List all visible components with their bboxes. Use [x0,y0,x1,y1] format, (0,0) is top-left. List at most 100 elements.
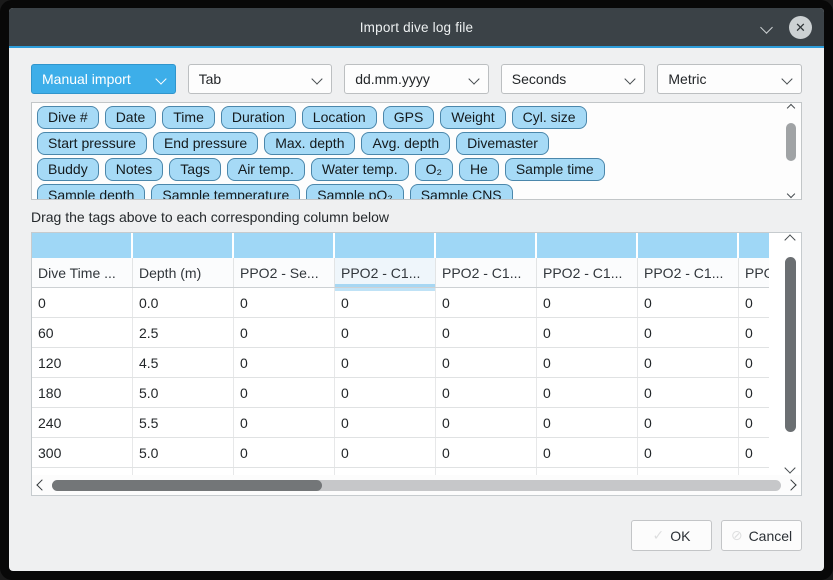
table-cell[interactable]: 0 [335,378,436,407]
table-cell[interactable]: 0 [638,288,739,317]
table-cell[interactable]: 0 [234,408,335,437]
table-scroll-track[interactable] [785,247,795,461]
table-cell[interactable]: 0 [436,318,537,347]
ok-button[interactable]: ✓ OK [631,520,712,551]
table-cell[interactable]: 0 [638,318,739,347]
table-cell[interactable]: 0 [335,318,436,347]
hscroll-track[interactable] [52,480,781,491]
table-horizontal-scrollbar[interactable] [32,475,801,495]
tag-water-temp[interactable]: Water temp. [311,158,409,181]
scroll-down-icon[interactable] [784,462,795,473]
tag-dive[interactable]: Dive # [37,106,99,129]
combo-metric[interactable]: Metric [657,64,802,94]
table-cell[interactable]: 0 [335,288,436,317]
column-header[interactable]: PPO2 - C1... [436,258,537,287]
tag-cyl-size[interactable]: Cyl. size [512,106,587,129]
tags-scroll-track[interactable] [786,114,796,188]
table-cell[interactable]: 0 [638,438,739,467]
table-cell[interactable]: 240 [32,408,133,437]
table-cell[interactable]: 0 [335,408,436,437]
table-cell[interactable]: 0 [537,378,638,407]
tag-location[interactable]: Location [302,106,377,129]
tag-divemaster[interactable]: Divemaster [456,132,549,155]
drop-target-cell[interactable] [739,233,769,258]
titlebar[interactable]: Import dive log file ✕ [9,8,824,46]
table-cell[interactable]: 0 [537,438,638,467]
cancel-button[interactable]: ⊘ Cancel [721,520,802,551]
table-cell[interactable]: 0 [436,408,537,437]
drop-target-cell[interactable] [436,233,537,258]
scroll-up-icon[interactable] [784,234,795,245]
table-cell[interactable]: 0 [537,408,638,437]
column-header[interactable]: PPO2 - C1... [638,258,739,287]
close-window-button[interactable]: ✕ [789,16,812,39]
drop-target-cell[interactable] [32,233,133,258]
tag-start-pressure[interactable]: Start pressure [37,132,147,155]
table-cell[interactable]: 0 [436,438,537,467]
table-cell[interactable]: 0 [234,288,335,317]
table-cell[interactable]: 5.5 [133,408,234,437]
drop-target-cell[interactable] [133,233,234,258]
drop-target-cell[interactable] [638,233,739,258]
tag-sample-time[interactable]: Sample time [505,158,605,181]
drop-target-cell[interactable] [537,233,638,258]
tag-avg-depth[interactable]: Avg. depth [361,132,450,155]
table-cell[interactable]: 0 [739,378,769,407]
tag-he[interactable]: He [459,158,499,181]
table-cell[interactable]: 0 [638,348,739,377]
table-cell[interactable]: 0 [739,408,769,437]
table-cell[interactable]: 120 [32,348,133,377]
table-cell[interactable]: 0 [234,348,335,377]
tag-buddy[interactable]: Buddy [37,158,99,181]
table-cell[interactable]: 0 [739,438,769,467]
tag-sample-depth[interactable]: Sample depth [37,184,145,200]
tag-air-temp[interactable]: Air temp. [227,158,305,181]
combo-manual-import[interactable]: Manual import [31,64,176,94]
column-header[interactable]: PPO2 - C1... [537,258,638,287]
table-cell[interactable]: 0 [739,318,769,347]
combo-dd-mm-yyyy[interactable]: dd.mm.yyyy [344,64,489,94]
table-cell[interactable]: 0.0 [133,288,234,317]
scroll-down-icon[interactable] [787,190,795,198]
column-header[interactable]: Depth (m) [133,258,234,287]
table-cell[interactable]: 0 [436,348,537,377]
tag-duration[interactable]: Duration [221,106,296,129]
tag-sample-temperature[interactable]: Sample temperature [151,184,300,200]
table-cell[interactable]: 0 [739,288,769,317]
combo-tab[interactable]: Tab [188,64,333,94]
table-cell[interactable]: 0 [537,288,638,317]
table-cell[interactable]: 2.5 [133,318,234,347]
table-cell[interactable]: 0 [537,318,638,347]
scroll-left-icon[interactable] [36,479,47,490]
table-vertical-scrollbar[interactable] [780,236,800,472]
table-cell[interactable]: 0 [335,348,436,377]
shade-window-button[interactable] [757,18,775,36]
tag-time[interactable]: Time [162,106,215,129]
tag-tags[interactable]: Tags [169,158,221,181]
table-cell[interactable]: 0 [638,408,739,437]
table-cell[interactable]: 0 [335,438,436,467]
table-cell[interactable]: 5.0 [133,378,234,407]
table-cell[interactable]: 0 [234,318,335,347]
tag-date[interactable]: Date [105,106,157,129]
table-cell[interactable]: 0 [436,378,537,407]
tag-notes[interactable]: Notes [105,158,164,181]
column-header[interactable]: PPO2 [739,258,769,287]
tag-sample-po[interactable]: Sample pO₂ [306,184,403,200]
table-cell[interactable]: 300 [32,438,133,467]
table-cell[interactable]: 0 [638,378,739,407]
tag-weight[interactable]: Weight [440,106,505,129]
column-header[interactable]: PPO2 - C1... [335,258,436,287]
table-cell[interactable]: 0 [436,288,537,317]
table-cell[interactable]: 0 [739,348,769,377]
tag-gps[interactable]: GPS [383,106,435,129]
table-cell[interactable]: 180 [32,378,133,407]
tags-scroll-thumb[interactable] [786,123,796,161]
column-header[interactable]: Dive Time ... [32,258,133,287]
table-cell[interactable]: 0 [234,438,335,467]
hscroll-thumb[interactable] [52,480,322,491]
table-cell[interactable]: 0 [537,348,638,377]
tags-vertical-scrollbar[interactable] [783,105,799,197]
table-cell[interactable]: 5.0 [133,438,234,467]
scroll-right-icon[interactable] [785,479,796,490]
